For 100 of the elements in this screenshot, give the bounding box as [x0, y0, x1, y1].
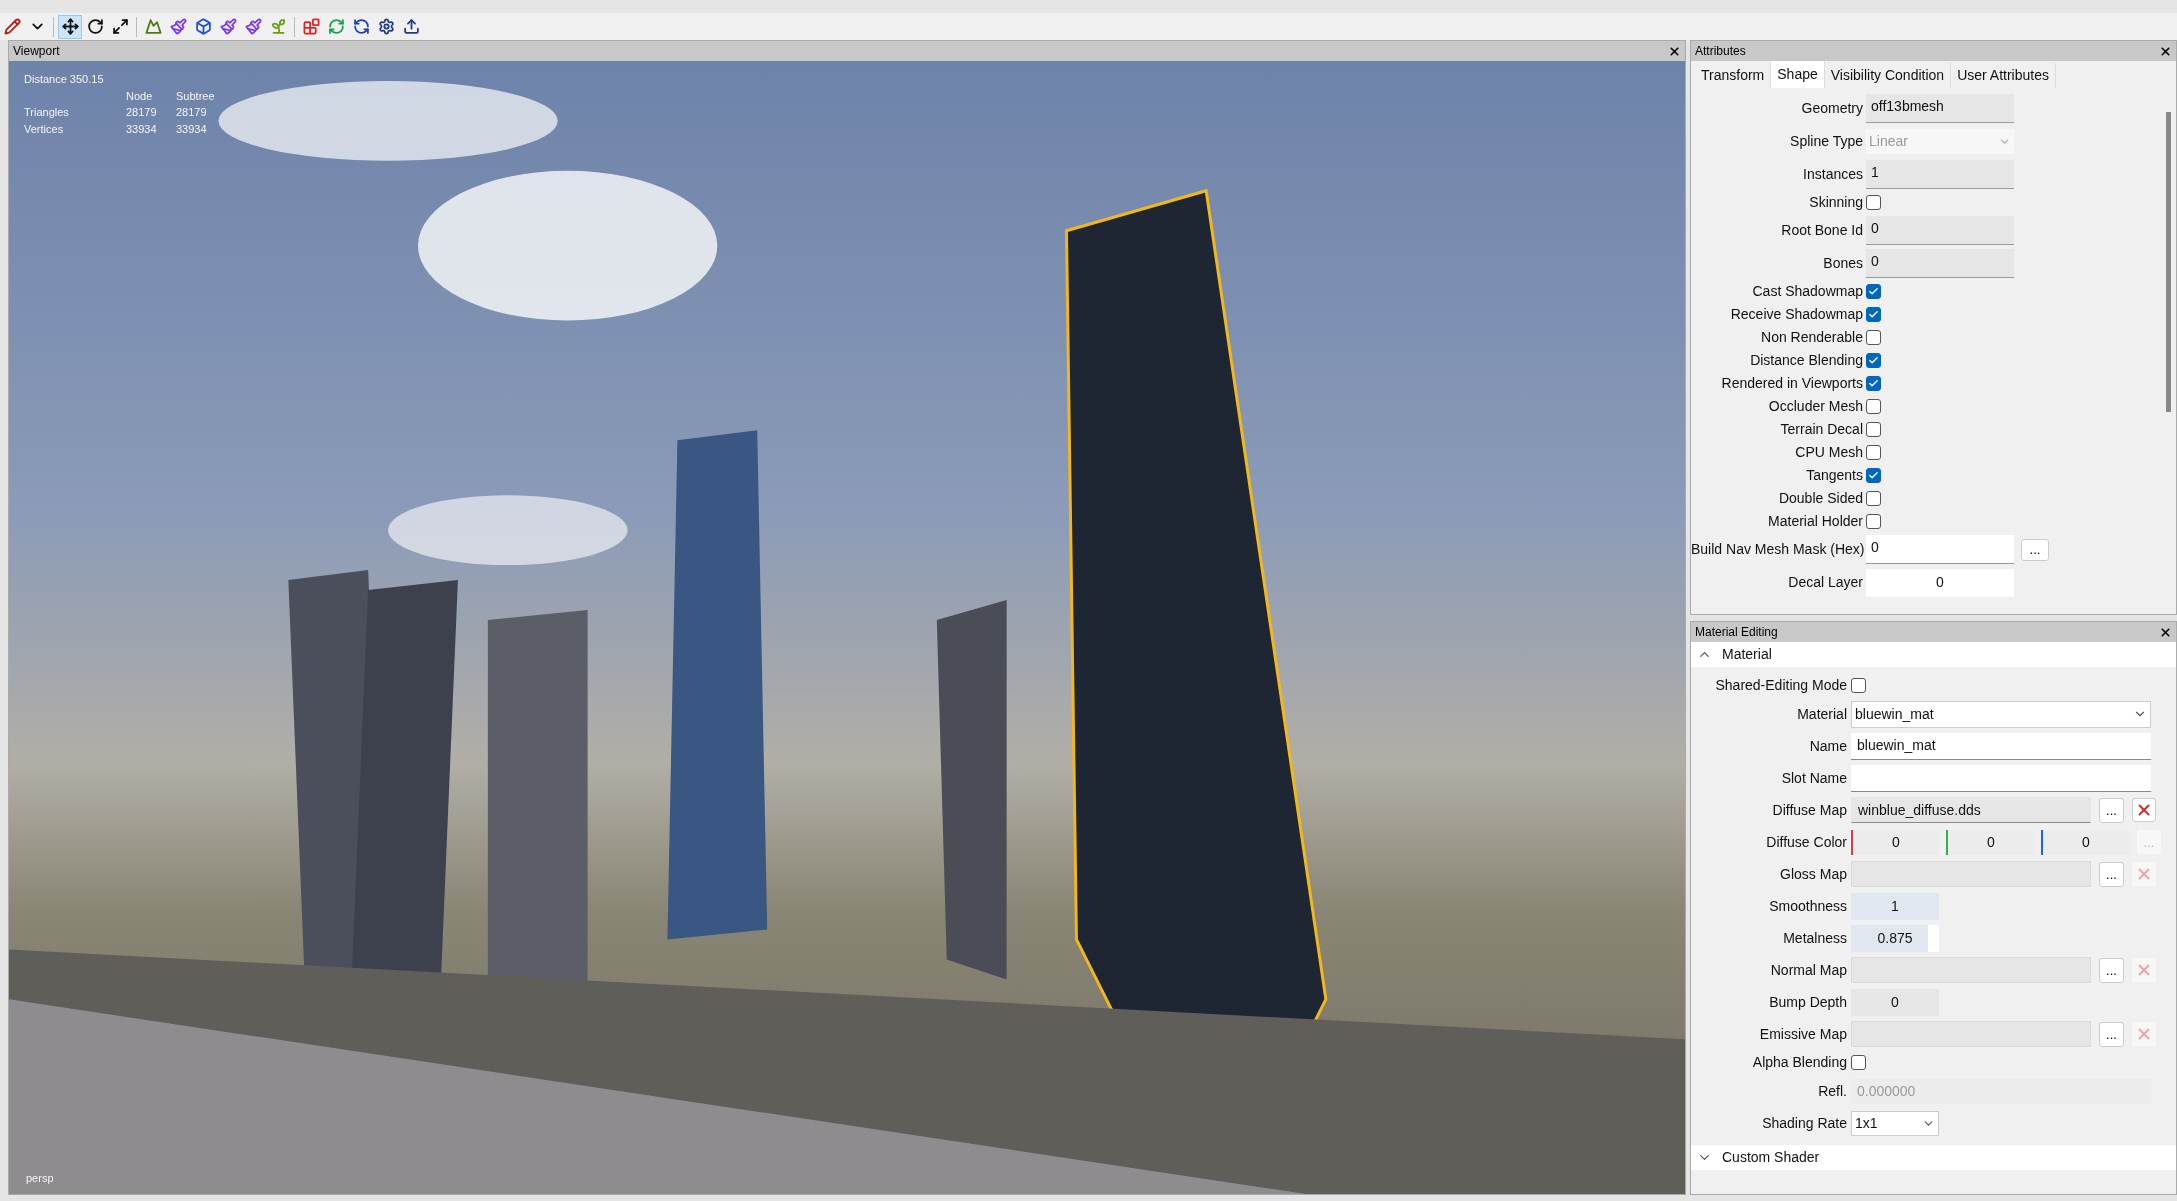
- checkbox[interactable]: [1866, 376, 1881, 391]
- field-label: Receive Shadowmap: [1729, 305, 1863, 324]
- field-label: Gloss Map: [1779, 864, 1847, 884]
- rotate-icon: [86, 18, 104, 35]
- slider-value: 0.875: [1877, 928, 1913, 948]
- scale-icon: [111, 18, 129, 35]
- field-label: Diffuse Map: [1771, 800, 1847, 820]
- checkmark-icon: [1868, 470, 1879, 481]
- stats-label: Vertices: [24, 121, 65, 137]
- checkbox[interactable]: [1866, 284, 1881, 299]
- checkbox[interactable]: [1866, 445, 1881, 460]
- checkbox[interactable]: [1866, 422, 1881, 437]
- scrollbar[interactable]: [2166, 112, 2171, 412]
- section-header[interactable]: Material: [1691, 642, 2176, 667]
- field-label: Name: [1808, 736, 1847, 756]
- checkbox[interactable]: [1866, 195, 1881, 210]
- checkmark-icon: [1868, 378, 1879, 389]
- checkbox[interactable]: [1851, 678, 1866, 693]
- section-title: Material: [1722, 645, 1772, 664]
- browse-button[interactable]: ...: [2099, 1021, 2124, 1047]
- number-field[interactable]: 0: [1866, 568, 2014, 597]
- text-field[interactable]: bluewin_mat: [1851, 732, 2151, 760]
- blocks-icon: [302, 18, 320, 35]
- dropdown[interactable]: bluewin_mat: [1851, 700, 2151, 728]
- field-label: Material Holder: [1767, 512, 1863, 531]
- field-label: Refl.: [1817, 1081, 1847, 1101]
- checkmark-icon: [1868, 309, 1879, 320]
- field-label: Rendered in Viewports: [1720, 374, 1863, 393]
- field-label: Diffuse Color: [1765, 832, 1847, 852]
- checkbox[interactable]: [1866, 468, 1881, 483]
- close-icon[interactable]: [2159, 625, 2172, 639]
- browse-button[interactable]: ...: [2099, 861, 2124, 887]
- tab[interactable]: Shape: [1771, 61, 1825, 88]
- field-label: Root Bone Id: [1780, 221, 1863, 240]
- panel-title: Viewport: [13, 43, 60, 60]
- checkmark-icon: [1868, 286, 1879, 297]
- field-label: CPU Mesh: [1794, 443, 1863, 462]
- color-channel-field[interactable]: 0: [1946, 829, 2034, 855]
- panel-title: Material Editing: [1695, 624, 1778, 641]
- checkbox[interactable]: [1866, 307, 1881, 322]
- paintbrush-icon: [219, 18, 237, 35]
- export-icon: [402, 18, 420, 35]
- text-field[interactable]: 0: [1866, 216, 2014, 245]
- dropdown[interactable]: 1x1: [1851, 1110, 1939, 1136]
- paintbrush-icon: [244, 18, 262, 35]
- field-label: Slot Name: [1780, 768, 1847, 788]
- field-label: Smoothness: [1768, 896, 1847, 916]
- close-icon[interactable]: [2159, 44, 2172, 58]
- field-label: Terrain Decal: [1779, 420, 1863, 439]
- field-label: Instances: [1802, 165, 1863, 184]
- field-label: Metalness: [1782, 928, 1847, 948]
- move-icon: [61, 18, 79, 35]
- slider-field[interactable]: 0.875: [1851, 924, 1939, 952]
- clear-button[interactable]: [2132, 798, 2156, 822]
- field-label: Build Nav Mesh Mask (Hex): [1691, 540, 1863, 559]
- stats-column-header: Subtree: [176, 88, 216, 104]
- stats-value: 33934: [176, 121, 208, 137]
- field-label: Cast Shadowmap: [1751, 282, 1863, 301]
- cube-icon: [194, 18, 212, 35]
- field-label: Shared-Editing Mode: [1714, 676, 1847, 695]
- close-icon[interactable]: [1668, 44, 1681, 58]
- checkbox[interactable]: [1866, 491, 1881, 506]
- section-header[interactable]: Custom Shader: [1691, 1145, 2176, 1170]
- text-field[interactable]: 0: [1866, 249, 2014, 278]
- stats-column-header: Node: [126, 88, 154, 104]
- field-label: Geometry: [1800, 99, 1863, 118]
- field-label: Material: [1796, 704, 1847, 724]
- checkbox[interactable]: [1851, 1055, 1866, 1070]
- text-field[interactable]: off13bmesh: [1866, 94, 2014, 123]
- color-channel-field[interactable]: 0: [1851, 829, 1939, 855]
- panel-title: Attributes: [1695, 43, 1746, 60]
- checkbox[interactable]: [1866, 399, 1881, 414]
- toolbar-button[interactable]: [58, 14, 82, 39]
- browse-button[interactable]: ...: [2099, 797, 2124, 823]
- field-label: Tangents: [1805, 466, 1863, 485]
- sync-icon: [352, 18, 370, 35]
- browse-button[interactable]: ...: [2099, 957, 2124, 983]
- text-field[interactable]: 0: [1866, 535, 2014, 564]
- section-title: Custom Shader: [1722, 1148, 1820, 1167]
- field-label: Normal Map: [1769, 960, 1847, 980]
- checkbox[interactable]: [1866, 330, 1881, 345]
- file-field[interactable]: winblue_diffuse.dds: [1851, 797, 2091, 823]
- browse-button[interactable]: ...: [2021, 538, 2049, 561]
- distance-readout: Distance 350.15: [24, 72, 105, 87]
- field-label: Occluder Mesh: [1767, 397, 1863, 416]
- stats-label: Triangles: [24, 105, 70, 120]
- refresh-icon: [327, 18, 345, 35]
- field-label: Bones: [1822, 254, 1863, 273]
- color-channel-field[interactable]: 0: [2041, 829, 2129, 855]
- slider-field[interactable]: 1: [1851, 892, 1939, 920]
- checkmark-icon: [1868, 355, 1879, 366]
- checkbox[interactable]: [1866, 514, 1881, 529]
- field-label: Shading Rate: [1761, 1113, 1847, 1133]
- stats-value: 33934: [126, 121, 158, 137]
- text-field[interactable]: [1851, 764, 2151, 792]
- text-field[interactable]: 1: [1866, 160, 2014, 189]
- terrain-icon: [144, 18, 162, 35]
- settings-icon: [377, 18, 395, 35]
- checkbox[interactable]: [1866, 353, 1881, 368]
- number-field[interactable]: 0: [1851, 988, 1939, 1016]
